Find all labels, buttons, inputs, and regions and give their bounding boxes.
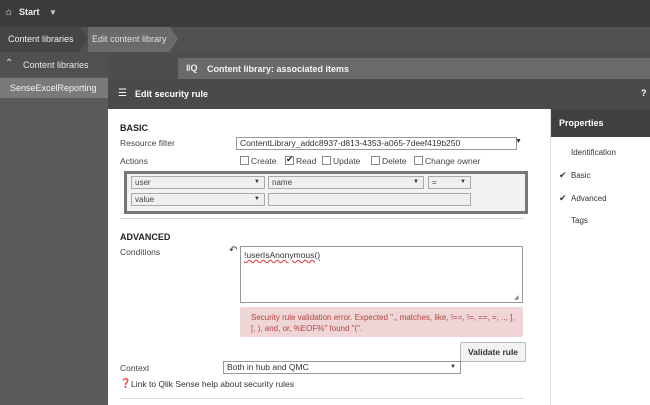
resource-filter-select[interactable]: ContentLibrary_addc8937-d813-4353-a065-7… [236,137,517,150]
question-circle-icon: ❓ [120,378,132,388]
left-panel: ⌃ Content libraries SenseExcelReporting [0,52,108,405]
create-checkbox-label: Create [251,156,277,166]
home-icon[interactable]: ⌂ [6,8,15,18]
basic-section-title: BASIC [120,123,149,133]
checkmark-icon: ✔ [559,170,567,180]
value-type-select[interactable]: value ▼ [131,193,265,206]
list-item-senseexcelreporting[interactable]: SenseExcelReporting [0,78,108,98]
conditions-text: !userIsAnonymous() [244,250,321,260]
properties-item-label: Basic [571,171,591,180]
breadcrumb-separator [170,27,178,51]
properties-item-advanced[interactable]: ✔ Advanced [551,190,650,210]
context-select-value: Both in hub and QMC [227,362,309,372]
conditions-label: Conditions [120,247,161,257]
properties-item-label: Tags [571,216,588,225]
breadcrumb: Content libraries Edit content library [0,27,650,52]
section-divider [120,218,524,219]
associated-items-icon: ‖Q [186,63,198,73]
breadcrumb-label: Content libraries [8,34,74,44]
breadcrumb-item-content-libraries[interactable]: Content libraries [0,27,80,52]
value-input[interactable] [268,193,471,206]
context-select[interactable]: Both in hub and QMC ▼ [223,361,461,374]
start-menu-label[interactable]: Start [19,7,40,17]
resource-filter-value: ContentLibrary_addc8937-d813-4353-a065-7… [240,138,461,148]
resize-grip-icon[interactable]: ◢ [514,294,519,301]
associated-items-header: ‖Q Content library: associated items [178,58,650,79]
breadcrumb-item-edit-content-library[interactable]: Edit content library [88,27,170,52]
operator-select-value: = [432,178,437,187]
change-owner-checkbox[interactable] [414,156,423,165]
caret-down-icon: ▼ [254,179,260,185]
create-checkbox[interactable] [240,156,249,165]
properties-item-label: Advanced [571,194,607,203]
dialog-header: ☰ Edit security rule ? [108,79,650,109]
attribute-select[interactable]: name ▼ [268,176,424,189]
read-checkbox[interactable] [285,154,294,165]
caret-down-icon[interactable]: ▼ [49,8,57,17]
breadcrumb-separator [80,27,88,51]
dialog-title: Edit security rule [135,89,209,99]
value-type-select-value: value [135,195,155,204]
caret-down-icon: ▼ [450,364,456,370]
section-divider [120,398,524,399]
delete-checkbox-label: Delete [382,156,407,166]
properties-header: Properties [551,109,650,137]
help-icon[interactable]: ? [641,88,647,98]
help-link[interactable]: Link to Qlik Sense help about security r… [131,379,294,389]
chevron-up-icon[interactable]: ⌃ [5,58,13,69]
update-checkbox-label: Update [333,156,361,166]
associated-items-title: Content library: associated items [207,64,350,74]
properties-item-label: Identification [571,148,616,157]
left-panel-header[interactable]: ⌃ Content libraries [0,52,108,77]
subject-select-value: user [135,178,151,187]
properties-item-tags[interactable]: Tags [551,212,650,232]
properties-title: Properties [559,118,604,128]
attribute-select-value: name [272,178,293,187]
conditions-textarea[interactable]: !userIsAnonymous() [240,246,523,303]
caret-down-icon: ▼ [460,179,466,185]
subject-select[interactable]: user ▼ [131,176,265,189]
properties-item-basic[interactable]: ✔ Basic [551,167,650,187]
caret-down-icon[interactable]: ▼ [515,138,522,145]
properties-panel: Properties Identification ✔ Basic ✔ Adva… [550,109,650,405]
caret-down-icon: ▼ [254,196,260,202]
read-checkbox-label: Read [296,156,317,166]
edit-list-icon: ☰ [118,88,127,99]
breadcrumb-label: Edit content library [92,34,167,44]
top-bar: ⌂ Start ▼ [0,0,650,27]
resource-filter-label: Resource filter [120,138,175,148]
delete-checkbox[interactable] [371,156,380,165]
caret-down-icon: ▼ [413,179,419,185]
operator-select[interactable]: = ▼ [428,176,471,189]
update-checkbox[interactable] [322,156,331,165]
validate-rule-button[interactable]: Validate rule [460,342,526,362]
validation-error-text: Security rule validation error. Expected… [251,313,515,333]
actions-label: Actions [120,156,148,166]
properties-item-identification[interactable]: Identification [551,144,650,164]
undo-icon[interactable]: ↶ [229,245,237,256]
context-label: Context [120,363,150,373]
left-panel-title: Content libraries [23,60,89,70]
advanced-section-title: ADVANCED [120,232,171,242]
change-owner-checkbox-label: Change owner [425,156,481,166]
validation-error-message: Security rule validation error. Expected… [240,307,523,337]
list-item-label: SenseExcelReporting [10,83,97,93]
checkmark-icon: ✔ [559,193,567,203]
